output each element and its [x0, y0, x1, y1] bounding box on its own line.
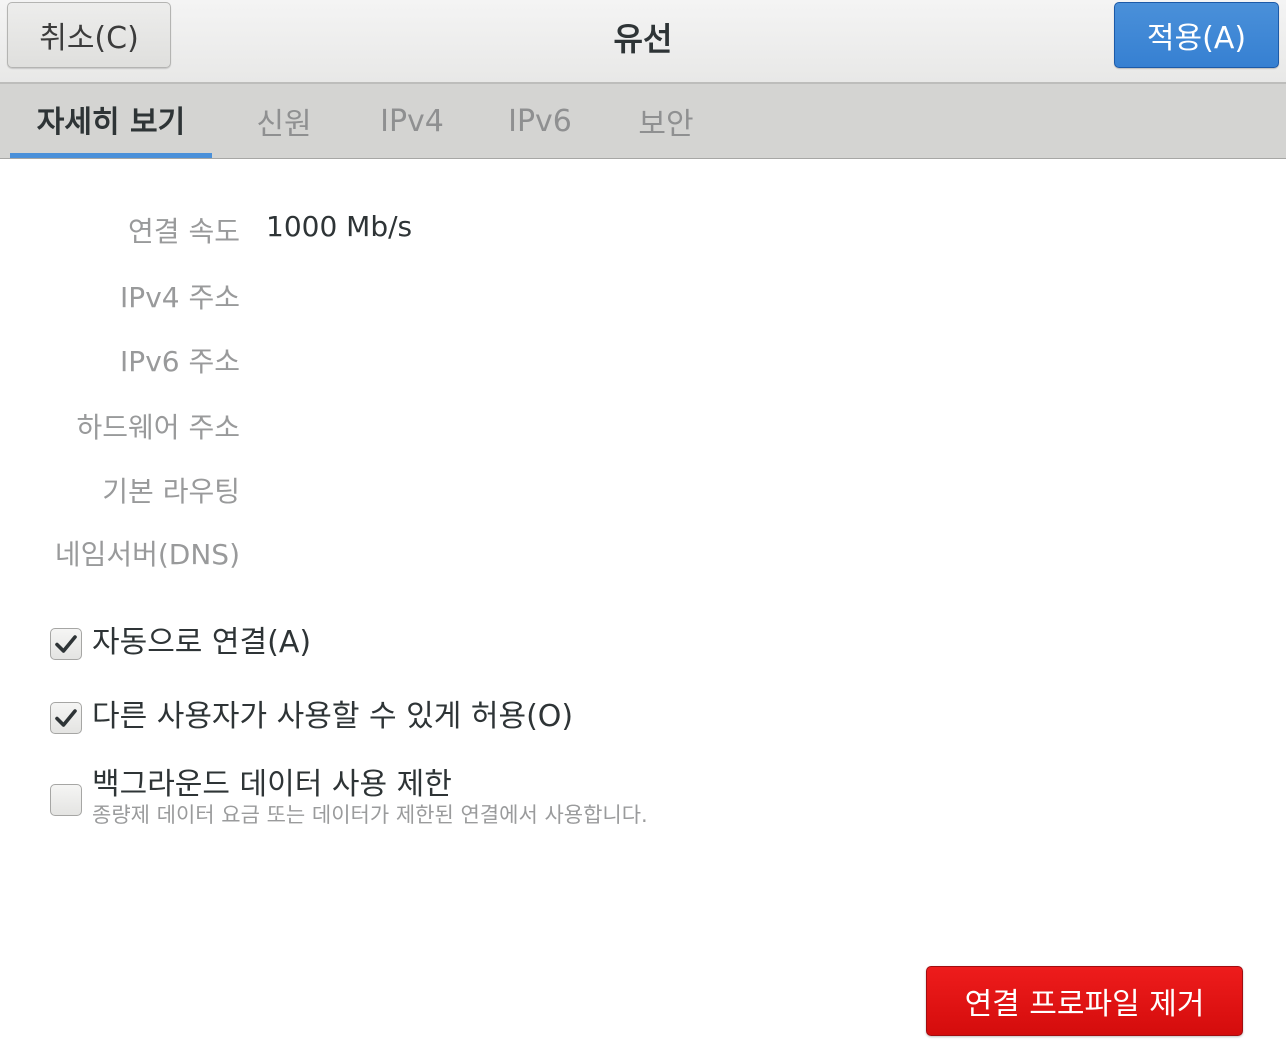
header-bar: 취소(C) 유선 적용(A) — [0, 0, 1286, 84]
link-speed-value: 1000 Mb/s — [266, 210, 413, 243]
auto-connect-option[interactable]: 자동으로 연결(A) — [50, 626, 311, 660]
check-icon — [55, 709, 77, 727]
tab-ipv6[interactable]: IPv6 — [494, 84, 586, 158]
auto-connect-label: 자동으로 연결(A) — [92, 625, 312, 660]
tab-details[interactable]: 자세히 보기 — [10, 84, 212, 158]
allow-others-option[interactable]: 다른 사용자가 사용할 수 있게 허용(O) — [50, 700, 573, 734]
restrict-background-option[interactable]: 백그라운드 데이터 사용 제한 종량제 데이터 요금 또는 데이터가 제한된 연… — [50, 768, 648, 828]
restrict-background-text: 백그라운드 데이터 사용 제한 종량제 데이터 요금 또는 데이터가 제한된 연… — [92, 768, 648, 828]
allow-others-label: 다른 사용자가 사용할 수 있게 허용(O) — [92, 699, 574, 734]
tab-bar: 자세히 보기 신원 IPv4 IPv6 보안 — [0, 84, 1286, 159]
allow-others-checkbox[interactable] — [50, 702, 82, 734]
link-speed-label: 연결 속도 — [128, 215, 240, 248]
cancel-button[interactable]: 취소(C) — [7, 2, 171, 68]
ipv4-address-label: IPv4 주소 — [120, 281, 240, 314]
apply-button[interactable]: 적용(A) — [1114, 2, 1279, 68]
restrict-background-description: 종량제 데이터 요금 또는 데이터가 제한된 연결에서 사용합니다. — [92, 803, 648, 827]
remove-profile-button[interactable]: 연결 프로파일 제거 — [926, 966, 1243, 1036]
dialog-title: 유선 — [613, 20, 673, 58]
tab-security[interactable]: 보안 — [622, 84, 710, 158]
ipv6-address-label: IPv6 주소 — [120, 345, 240, 378]
restrict-background-label: 백그라운드 데이터 사용 제한 — [92, 767, 452, 802]
auto-connect-checkbox[interactable] — [50, 628, 82, 660]
tab-ipv4[interactable]: IPv4 — [366, 84, 458, 158]
tab-identity[interactable]: 신원 — [240, 84, 328, 158]
check-icon — [55, 635, 77, 653]
default-route-label: 기본 라우팅 — [102, 475, 240, 508]
restrict-background-checkbox[interactable] — [50, 784, 82, 816]
dns-label: 네임서버(DNS) — [54, 538, 240, 571]
hardware-address-label: 하드웨어 주소 — [76, 411, 240, 444]
